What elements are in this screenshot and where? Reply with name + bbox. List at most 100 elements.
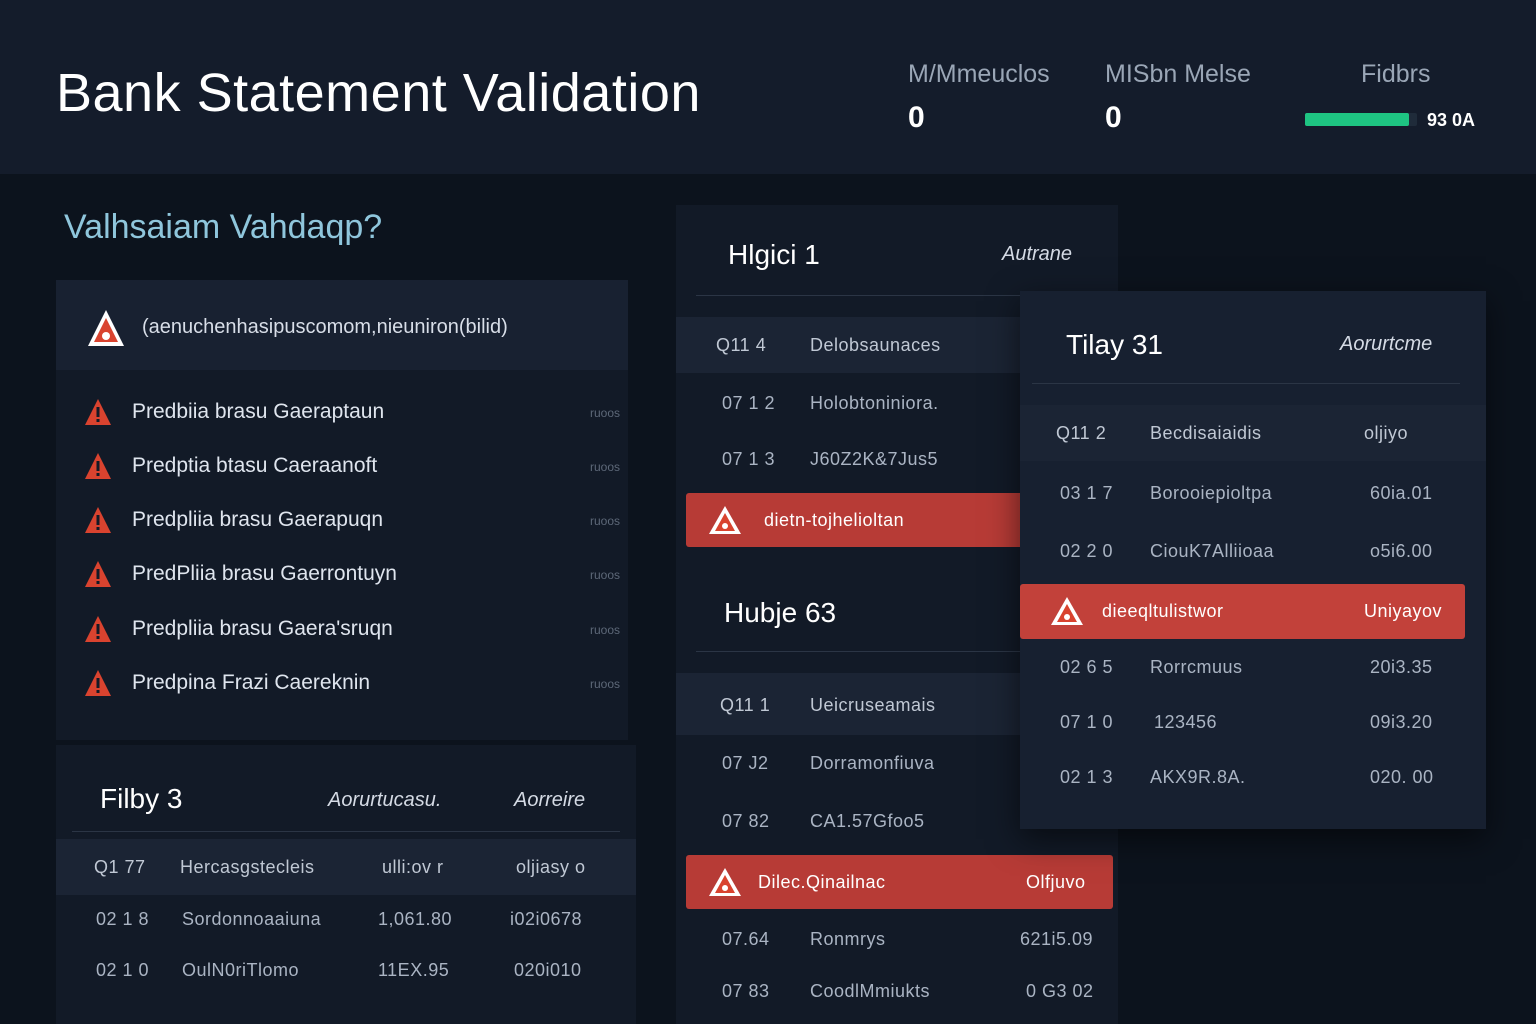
alert-summary-bar[interactable]: (aenuchenhasipuscomom,nieuniron(bilid) <box>56 280 628 370</box>
warning-triangle-icon <box>84 452 112 485</box>
cell-amount: o5i6.00 <box>1370 541 1433 561</box>
cell-description: Borooiepioltpa <box>1150 483 1273 503</box>
panel-title: Filby 3 <box>100 783 183 814</box>
cell-description: Ronmrys <box>810 929 886 949</box>
cell-description: Dorramonfiuva <box>810 753 935 773</box>
panel-title: Hubje 63 <box>724 597 837 628</box>
cell-date: 07 83 <box>722 981 770 1001</box>
cell-date: 07 J2 <box>722 753 769 773</box>
divider <box>72 831 620 832</box>
cell-balance: 020i010 <box>514 960 582 980</box>
table-row[interactable]: 02 1 3 AKX9R.8A. 020. 00 <box>1020 749 1486 805</box>
cell-description: Rorrcmuus <box>1150 657 1243 677</box>
table-row[interactable]: 07.64 Ronmrys 621i5.09 <box>676 911 1118 967</box>
cell-amount: 621i5.09 <box>1020 929 1094 949</box>
panel-status: Aorurtcme <box>1340 333 1433 355</box>
cell-description: Sordonnoaaiuna <box>182 909 322 929</box>
column-header: Q11 2 <box>1056 423 1107 443</box>
alert-item[interactable]: Predpliia brasu Gaera'sruqn ruoos <box>56 609 628 649</box>
cell-balance: i02i0678 <box>510 909 583 929</box>
warning-triangle-icon <box>1050 596 1084 631</box>
cell-date: 02 1 8 <box>96 909 150 929</box>
alert-item[interactable]: Predpina Frazi Caereknin ruoos <box>56 663 628 703</box>
statement-panel-tilay: Tilay 31 Aorurtcme Q11 2 Becdisaiaidis o… <box>1020 291 1486 829</box>
progress-bar <box>1305 113 1417 126</box>
column-header: Q1 77 <box>94 857 146 877</box>
cell-date: 07 82 <box>722 811 770 831</box>
warning-triangle-icon <box>84 398 112 431</box>
flagged-row[interactable]: Dilec.Qinailnac Olfjuvo <box>686 855 1113 909</box>
section-heading: Valhsaiam Vahdaqp? <box>64 208 383 246</box>
cell-description: Holobtoniniora. <box>810 393 939 413</box>
table-row[interactable]: 07 83 CoodlMmiukts 0 G3 02 <box>676 963 1118 1019</box>
cell-date: 02 1 3 <box>1060 767 1114 787</box>
flag-label: dietn-tojhelioltan <box>764 510 905 530</box>
column-header: Ueicruseamais <box>810 695 936 715</box>
warning-triangle-icon <box>708 505 742 540</box>
alert-summary-text: (aenuchenhasipuscomom,nieuniron(bilid) <box>142 316 508 338</box>
alert-item[interactable]: Predbiia brasu Gaeraptaun ruoos <box>56 392 628 432</box>
alert-meta: ruoos <box>589 623 620 637</box>
flag-meta: Uniyayov <box>1364 601 1443 621</box>
alert-meta: ruoos <box>589 677 620 691</box>
divider <box>1032 383 1460 384</box>
cell-amount: 20i3.35 <box>1370 657 1433 677</box>
cell-date: 03 1 7 <box>1060 483 1114 503</box>
alert-meta: ruoos <box>589 406 620 420</box>
cell-description: J60Z2K&7Jus5 <box>810 449 939 469</box>
cell-description: OulN0riTlomo <box>182 960 300 980</box>
table-row[interactable]: 03 1 7 Borooiepioltpa 60ia.01 <box>1020 465 1486 521</box>
table-row[interactable]: 02 1 0 OulN0riTlomo 11EX.95 020i010 <box>56 942 636 998</box>
warning-triangle-icon <box>84 669 112 702</box>
alert-item[interactable]: PredPliia brasu Gaerrontuyn ruoos <box>56 554 628 594</box>
cell-description: CoodlMmiukts <box>810 981 931 1001</box>
warning-triangle-icon <box>84 560 112 593</box>
alert-label: Predbiia brasu Gaeraptaun <box>132 400 385 423</box>
alert-label: Predpina Frazi Caereknin <box>132 671 371 694</box>
cell-date: 07 1 2 <box>722 393 776 413</box>
column-header: ulli:ov r <box>382 857 444 877</box>
cell-date: 07 1 0 <box>1060 712 1114 732</box>
table-row[interactable]: 07 1 0 123456 09i3.20 <box>1020 694 1486 750</box>
cell-amount: 020. 00 <box>1370 767 1434 787</box>
column-header: Becdisaiaidis <box>1150 423 1262 443</box>
warning-triangle-icon <box>708 867 742 902</box>
cell-amount: 09i3.20 <box>1370 712 1433 732</box>
table-row[interactable]: 02 1 8 Sordonnoaaiuna 1,061.80 i02i0678 <box>56 891 636 947</box>
alert-item[interactable]: Predpliia brasu Gaerapuqn ruoos <box>56 500 628 540</box>
alert-meta: ruoos <box>589 514 620 528</box>
column-header: oljiyo <box>1364 423 1409 443</box>
cell-description: CA1.57Gfoo5 <box>810 811 925 831</box>
cell-date: 02 6 5 <box>1060 657 1114 677</box>
flag-label: dieeqltulistwor <box>1102 601 1224 621</box>
cell-description: 123456 <box>1154 712 1218 732</box>
table-row[interactable]: 02 6 5 Rorrcmuus 20i3.35 <box>1020 639 1486 695</box>
warning-triangle-icon <box>86 308 126 353</box>
panel-status: Aorreire <box>514 789 586 811</box>
app-window: Bank Statement Validation M/Mmeuclos 0 M… <box>0 0 1536 1024</box>
table-header-row: Q1 77 Hercasgstecleis ulli:ov r oljiasy … <box>56 839 636 895</box>
cell-date: 07.64 <box>722 929 770 949</box>
table-row[interactable]: 02 2 0 CiouK7Alliioaa o5i6.00 <box>1020 523 1486 579</box>
statement-panel-filby: Filby 3 Aorurtucasu. Aorreire Q1 77 Herc… <box>56 745 636 1024</box>
stat-card-1: M/Mmeuclos 0 <box>908 60 1050 135</box>
page-title: Bank Statement Validation <box>56 63 701 123</box>
column-header: Q11 1 <box>720 695 771 715</box>
stat-card-2: MISbn Melse 0 <box>1105 60 1251 135</box>
warning-triangle-icon <box>84 615 112 648</box>
stat-label: Fidbrs <box>1361 60 1431 88</box>
alert-list-panel: (aenuchenhasipuscomom,nieuniron(bilid) P… <box>56 280 628 740</box>
table-header-row: Q11 2 Becdisaiaidis oljiyo <box>1020 405 1486 461</box>
warning-triangle-icon <box>84 506 112 539</box>
stat-label: MISbn Melse <box>1105 60 1251 88</box>
stat-value: 0 <box>908 101 925 134</box>
alert-label: Predpliia brasu Gaerapuqn <box>132 508 383 531</box>
alert-item[interactable]: Predptia btasu Caeraanoft ruoos <box>56 446 628 486</box>
flagged-row[interactable]: dieeqltulistwor Uniyayov <box>1020 584 1465 639</box>
alert-label: Predpliia brasu Gaera'sruqn <box>132 617 393 640</box>
panel-status: Autrane <box>1002 243 1073 265</box>
alert-label: PredPliia brasu Gaerrontuyn <box>132 562 397 585</box>
cell-amount: 0 G3 02 <box>1026 981 1094 1001</box>
cell-amount: 60ia.01 <box>1370 483 1433 503</box>
progress-value: 93 0A <box>1427 110 1476 130</box>
